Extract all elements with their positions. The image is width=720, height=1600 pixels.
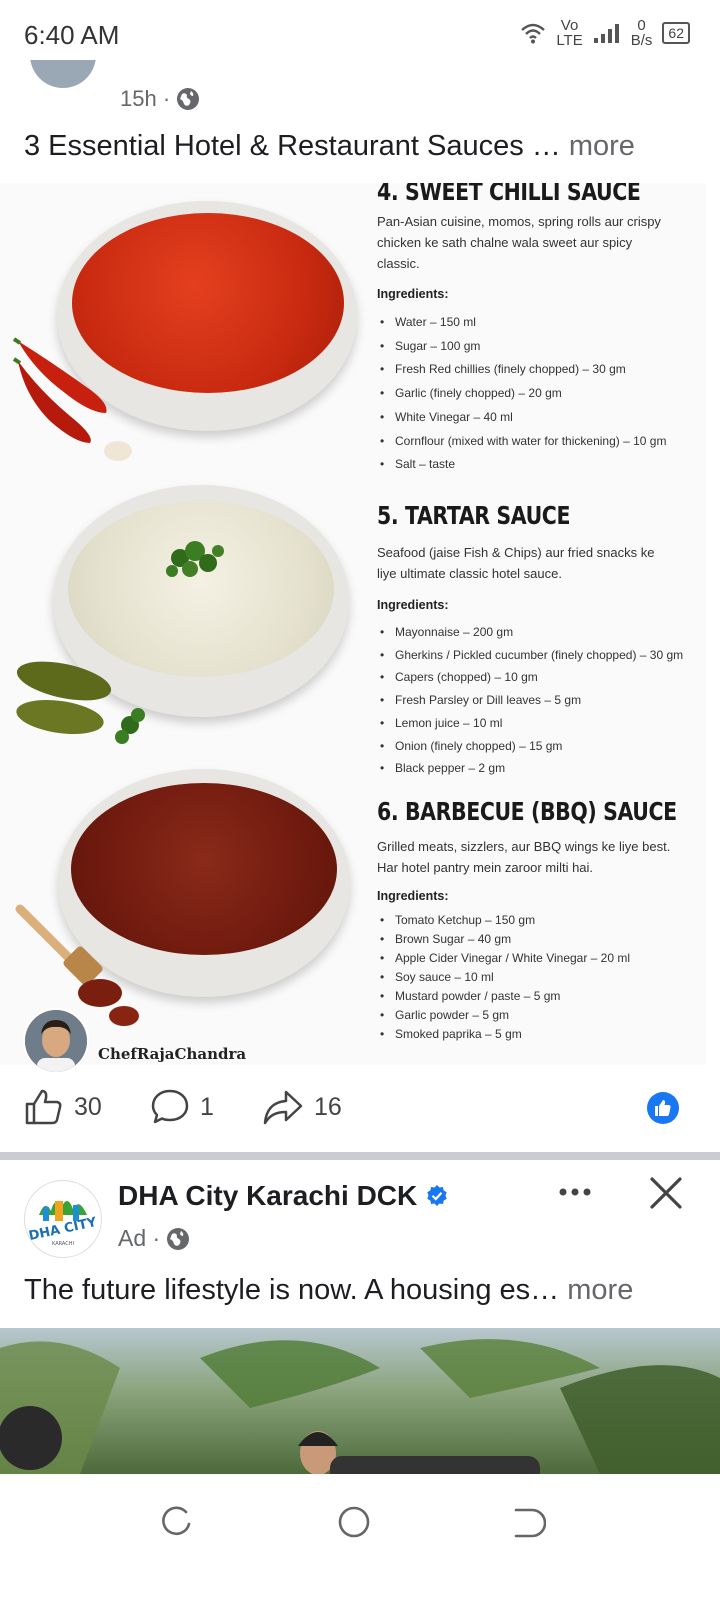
ad-page-logo[interactable]: DHA CITY KARACHI xyxy=(24,1180,102,1258)
post-meta: 15h · xyxy=(120,86,200,112)
ingredient-item: Apple Cider Vinegar / White Vinegar – 20… xyxy=(380,949,630,968)
battery-level: 62 xyxy=(668,25,684,41)
ingredient-item: Garlic powder – 5 gm xyxy=(380,1006,630,1025)
see-more-link[interactable]: more xyxy=(569,130,635,162)
ingredients-label: Ingredients: xyxy=(377,598,449,612)
post-caption-text: 3 Essential Hotel & Restaurant Sauces … xyxy=(24,130,561,162)
section-desc-tartar: Seafood (jaise Fish & Chips) aur fried s… xyxy=(377,545,655,581)
ingredient-item: Brown Sugar – 40 gm xyxy=(380,930,630,949)
post-time: 15h · xyxy=(120,86,171,111)
ingredient-item: White Vinegar – 40 ml xyxy=(380,406,666,430)
back-icon[interactable] xyxy=(510,1506,546,1540)
globe-icon xyxy=(167,1227,190,1250)
like-count: 30 xyxy=(74,1092,102,1121)
home-icon[interactable] xyxy=(336,1504,372,1540)
section-title-bbq: 6. BARBECUE (BBQ) SAUCE xyxy=(377,797,677,826)
comment-count: 1 xyxy=(200,1092,214,1121)
ad-image[interactable] xyxy=(0,1328,720,1474)
battery-icon: 62 xyxy=(662,22,690,44)
ingredients-label: Ingredients: xyxy=(377,287,449,301)
ad-caption-text: The future lifestyle is now. A housing e… xyxy=(24,1274,560,1306)
ingredient-item: Salt – taste xyxy=(380,453,666,477)
ingredient-item: Garlic (finely chopped) – 20 gm xyxy=(380,382,666,406)
ingredients-list-bbq: Tomato Ketchup – 150 gm Brown Sugar – 40… xyxy=(380,911,630,1044)
section-desc-bbq: Grilled meats, sizzlers, aur BBQ wings k… xyxy=(377,839,671,875)
ad-page-name-text: DHA City Karachi DCK xyxy=(118,1180,418,1211)
thumbs-up-icon xyxy=(25,1089,62,1125)
ad-caption[interactable]: The future lifestyle is now. A housing e… xyxy=(24,1274,633,1307)
ingredient-item: Water – 150 ml xyxy=(380,311,666,335)
ingredient-item: Onion (finely chopped) – 15 gm xyxy=(380,735,683,758)
feed-divider xyxy=(0,1152,720,1160)
ingredient-item: Capers (chopped) – 10 gm xyxy=(380,666,683,689)
share-icon xyxy=(263,1090,303,1125)
signal-icon xyxy=(593,24,619,43)
section-desc-sweet-chilli: Pan-Asian cuisine, momos, spring rolls a… xyxy=(377,214,661,271)
share-count: 16 xyxy=(314,1092,342,1121)
wifi-icon xyxy=(521,23,546,44)
like-button[interactable]: 30 xyxy=(24,1088,102,1126)
network-speed: 0 B/s xyxy=(631,18,653,48)
ingredient-item: Cornflour (mixed with water for thickeni… xyxy=(380,430,666,454)
chef-photo xyxy=(23,1008,89,1074)
ingredient-item: Fresh Parsley or Dill leaves – 5 gm xyxy=(380,689,683,712)
ad-page-name[interactable]: DHA City Karachi DCK xyxy=(118,1180,449,1212)
ad-meta: Ad · xyxy=(118,1225,190,1252)
verified-badge-icon xyxy=(427,1185,447,1206)
globe-icon xyxy=(177,88,200,110)
section-title-tartar: 5. TARTAR SAUCE xyxy=(377,501,571,530)
author-avatar[interactable] xyxy=(30,60,96,90)
ingredients-list-tartar: Mayonnaise – 200 gm Gherkins / Pickled c… xyxy=(380,621,683,780)
recent-apps-icon[interactable] xyxy=(160,1506,194,1540)
status-time: 6:40 AM xyxy=(24,20,120,50)
ingredient-item: Smoked paprika – 5 gm xyxy=(380,1025,630,1044)
comment-button[interactable]: 1 xyxy=(150,1088,214,1126)
see-more-link[interactable]: more xyxy=(567,1274,633,1306)
red-chilli-illustration xyxy=(12,337,132,461)
ingredients-list-sweet-chilli: Water – 150 ml Sugar – 100 gm Fresh Red … xyxy=(380,311,666,477)
ingredient-item: Lemon juice – 10 ml xyxy=(380,712,683,735)
close-icon[interactable] xyxy=(648,1175,684,1211)
status-bar: 6:40 AM Vo LTE 0 B/s 62 xyxy=(0,0,720,72)
ad-logo-subtext: KARACHI xyxy=(52,1241,74,1247)
parsley-garnish xyxy=(166,541,224,577)
network-speed-unit: B/s xyxy=(630,32,653,49)
ingredient-item: Tomato Ketchup – 150 gm xyxy=(380,911,630,930)
reaction-bar: 30 1 16 xyxy=(0,1066,720,1152)
system-nav-bar xyxy=(0,1474,720,1600)
network-volte-label: Vo xyxy=(560,17,579,34)
network-lte-label: LTE xyxy=(556,32,583,49)
post-image[interactable]: 4. SWEET CHILLI SAUCE Pan-Asian cuisine,… xyxy=(0,183,706,1065)
ad-label: Ad · xyxy=(118,1225,161,1251)
pickles-illustration xyxy=(16,661,145,744)
watermark-name: ChefRajaChandra xyxy=(98,1045,247,1063)
ingredient-item: Sugar – 100 gm xyxy=(380,335,666,359)
more-options-icon[interactable] xyxy=(555,1172,595,1212)
section-title-sweet-chilli: 4. SWEET CHILLI SAUCE xyxy=(377,183,641,206)
share-button[interactable]: 16 xyxy=(262,1088,342,1126)
comment-icon xyxy=(151,1089,189,1124)
ingredients-label: Ingredients: xyxy=(377,889,449,903)
ingredient-item: Black pepper – 2 gm xyxy=(380,757,683,780)
ingredient-item: Fresh Red chillies (finely chopped) – 30… xyxy=(380,358,666,382)
network-speed-value: 0 xyxy=(637,17,646,34)
ingredient-item: Soy sauce – 10 ml xyxy=(380,968,630,987)
ingredient-item: Gherkins / Pickled cucumber (finely chop… xyxy=(380,644,683,667)
basting-brush-illustration xyxy=(15,904,139,1026)
network-type: Vo LTE xyxy=(556,18,582,48)
ingredient-item: Mustard powder / paste – 5 gm xyxy=(380,987,630,1006)
status-icons: Vo LTE 0 B/s 62 xyxy=(520,18,690,48)
post-caption[interactable]: 3 Essential Hotel & Restaurant Sauces … … xyxy=(24,130,635,163)
ingredient-item: Mayonnaise – 200 gm xyxy=(380,621,683,644)
like-reaction-badge-icon xyxy=(647,1092,679,1124)
